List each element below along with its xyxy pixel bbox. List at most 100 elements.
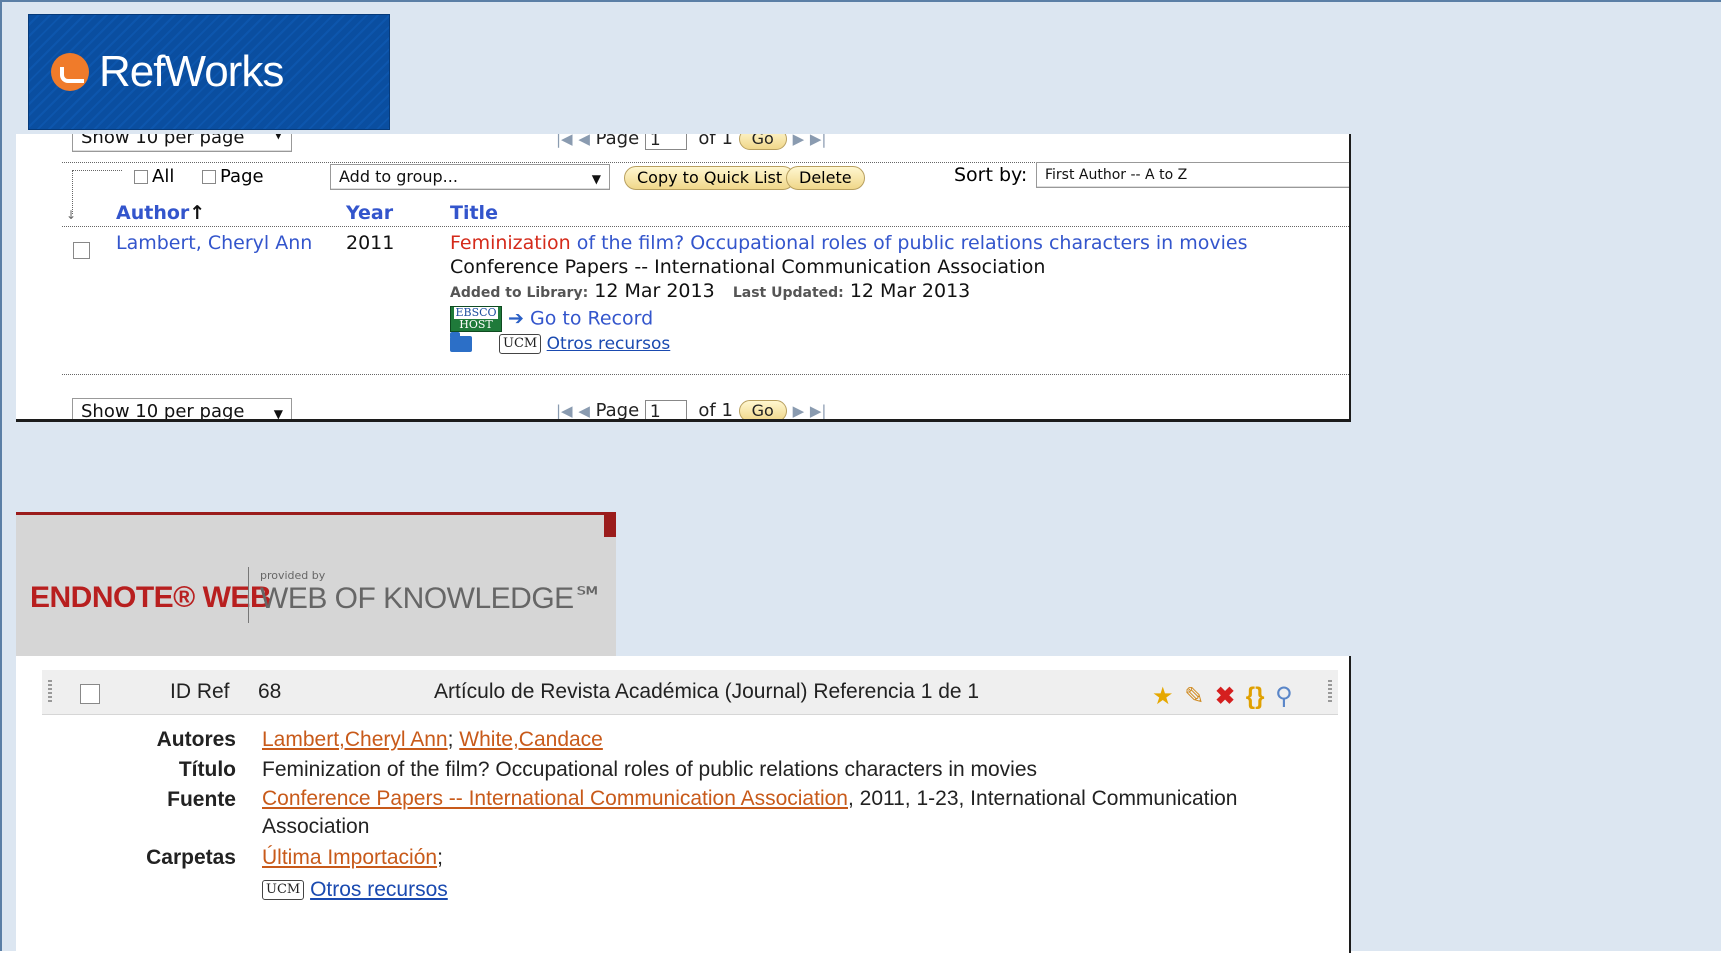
- id-ref-label: ID Ref: [170, 680, 230, 703]
- search-icon[interactable]: ⚲: [1275, 683, 1293, 710]
- record-source: Conference Papers -- International Commu…: [450, 256, 1046, 278]
- first-page-icon[interactable]: |◀: [556, 402, 573, 419]
- prev-page-icon[interactable]: ◀: [578, 402, 590, 419]
- author-link-2[interactable]: White,Candace: [459, 728, 603, 751]
- otros-recursos-row: UCM Otros recursos: [16, 878, 1346, 908]
- last-page-icon[interactable]: ▶|: [810, 134, 827, 148]
- tree-connector: [72, 170, 122, 171]
- record-checkbox[interactable]: [73, 242, 90, 259]
- go-button[interactable]: Go: [738, 400, 787, 419]
- chevron-down-icon: ▼: [273, 407, 283, 421]
- select-all-checkbox[interactable]: All: [134, 166, 174, 187]
- reference-type: Artículo de Revista Académica (Journal) …: [434, 680, 980, 703]
- page-of-label: of 1: [698, 134, 733, 149]
- drag-handle-icon[interactable]: [1328, 680, 1332, 704]
- carpetas-value: Última Importación;: [262, 846, 443, 869]
- updated-label: Last Updated:: [732, 285, 844, 301]
- record-divider: [62, 374, 1349, 375]
- record-author-link[interactable]: Lambert, Cheryl Ann: [116, 232, 312, 254]
- column-year[interactable]: Year: [346, 202, 393, 224]
- column-author[interactable]: Author↑: [116, 202, 205, 224]
- page-of-label: of 1: [698, 400, 733, 421]
- title-highlight: Feminization: [450, 232, 571, 254]
- fuente-label: Fuente: [167, 788, 236, 811]
- fuente-value: Conference Papers -- International Commu…: [262, 785, 1312, 841]
- page-input[interactable]: 1: [644, 134, 687, 150]
- autores-value: Lambert,Cheryl Ann; White,Candace: [262, 728, 603, 751]
- refworks-panel: Show 10 per page ▼ |◀ ◀ Page 1 of 1 Go ▶…: [16, 134, 1351, 422]
- drag-handle-icon[interactable]: [48, 680, 52, 704]
- endnote-brand: ENDNOTE® WEB: [30, 581, 272, 614]
- carpetas-row: Carpetas Última Importación;: [16, 846, 1346, 874]
- checkbox[interactable]: [202, 170, 216, 184]
- copy-to-quick-list-button[interactable]: Copy to Quick List: [624, 166, 796, 190]
- added-label: Added to Library:: [450, 285, 589, 301]
- last-page-icon[interactable]: ▶|: [810, 402, 827, 419]
- delete-icon[interactable]: ✖: [1215, 683, 1235, 710]
- red-tab: [604, 515, 616, 537]
- go-to-record-row: EBSCO HOST ➔ Go to Record: [450, 306, 653, 332]
- titulo-label: Título: [178, 758, 236, 781]
- author-link-1[interactable]: Lambert,Cheryl Ann: [262, 728, 448, 751]
- prev-page-icon[interactable]: ◀: [578, 134, 590, 148]
- select-page-checkbox[interactable]: Page: [202, 166, 264, 187]
- sort-label: Sort by:: [954, 164, 1028, 186]
- braces-icon[interactable]: {}: [1246, 683, 1265, 710]
- autores-label: Autores: [156, 728, 236, 751]
- add-to-group-select[interactable]: Add to group... ▼: [330, 164, 610, 190]
- ucm-icon: UCM: [262, 880, 305, 901]
- folder-icon[interactable]: [450, 332, 472, 352]
- checkbox[interactable]: [134, 170, 148, 184]
- record-header: ID Ref 68 Artículo de Revista Académica …: [42, 670, 1338, 715]
- title-rest: of the film? Occupational roles of publi…: [570, 232, 1248, 254]
- pagination-top: |◀ ◀ Page 1 of 1 Go ▶ ▶|: [556, 134, 826, 150]
- chevron-down-icon: ▼: [273, 134, 283, 141]
- endnote-panel: ID Ref 68 Artículo de Revista Académica …: [16, 656, 1351, 953]
- screenshot-canvas: RefWorks Show 10 per page ▼ |◀ ◀ Page 1 …: [0, 0, 1721, 953]
- chevron-down-icon: ▼: [591, 172, 601, 186]
- ebsco-host-icon[interactable]: EBSCO HOST: [450, 306, 502, 332]
- otros-recursos-value: UCM Otros recursos: [262, 878, 1312, 902]
- page-label: Page: [595, 400, 640, 421]
- column-title[interactable]: Title: [450, 202, 498, 224]
- header-divider: [62, 226, 1349, 227]
- per-page-select-top[interactable]: Show 10 per page ▼: [72, 134, 292, 152]
- per-page-label: Show 10 per page: [81, 134, 245, 148]
- sort-select[interactable]: First Author -- A to Z: [1036, 162, 1349, 188]
- star-add-icon[interactable]: ★: [1152, 683, 1174, 710]
- add-to-group-label: Add to group...: [339, 167, 458, 186]
- record-year: 2011: [346, 232, 395, 254]
- carpetas-label: Carpetas: [146, 846, 236, 869]
- per-page-select-bottom[interactable]: Show 10 per page ▼: [72, 398, 292, 422]
- arrow-right-icon: ➔: [508, 307, 524, 330]
- delete-button[interactable]: Delete: [786, 166, 865, 190]
- fuente-row: Fuente Conference Papers -- Internationa…: [16, 785, 1346, 844]
- fuente-link[interactable]: Conference Papers -- International Commu…: [262, 787, 848, 810]
- titulo-value: Feminization of the film? Occupational r…: [262, 758, 1038, 781]
- web-of-knowledge-brand: WEB OF KNOWLEDGE℠: [260, 582, 604, 615]
- record-checkbox[interactable]: [80, 684, 100, 704]
- refworks-logo-icon: [51, 53, 89, 91]
- sort-value: First Author -- A to Z: [1045, 167, 1188, 183]
- go-button[interactable]: Go: [738, 134, 787, 150]
- all-label: All: [152, 166, 175, 187]
- edit-icon[interactable]: ✎: [1184, 683, 1204, 710]
- per-page-label: Show 10 per page: [81, 401, 245, 422]
- otros-recursos-link[interactable]: Otros recursos: [547, 334, 671, 354]
- carpeta-link[interactable]: Última Importación: [262, 846, 437, 869]
- endnote-logo: ENDNOTE® WEB provided by WEB OF KNOWLEDG…: [16, 512, 616, 656]
- next-page-icon[interactable]: ▶: [793, 402, 805, 419]
- first-page-icon[interactable]: |◀: [556, 134, 573, 148]
- added-value: 12 Mar 2013: [594, 280, 715, 302]
- titulo-row: Título Feminization of the film? Occupat…: [16, 758, 1346, 786]
- page-input[interactable]: 1: [644, 400, 687, 419]
- next-page-icon[interactable]: ▶: [793, 134, 805, 148]
- otros-recursos-link[interactable]: Otros recursos: [310, 878, 448, 901]
- sort-asc-icon: ↑: [189, 202, 206, 224]
- go-to-record-link[interactable]: Go to Record: [530, 308, 653, 330]
- record-title-link[interactable]: Feminization of the film? Occupational r…: [450, 232, 1248, 254]
- refworks-toolbar: ↓ All Page Add to group... ▼ Copy to Qui…: [62, 162, 1349, 222]
- record-actions: ★ ✎ ✖ {} ⚲: [1152, 682, 1297, 711]
- ucm-icon: UCM: [499, 334, 542, 354]
- page-label: Page: [595, 134, 640, 149]
